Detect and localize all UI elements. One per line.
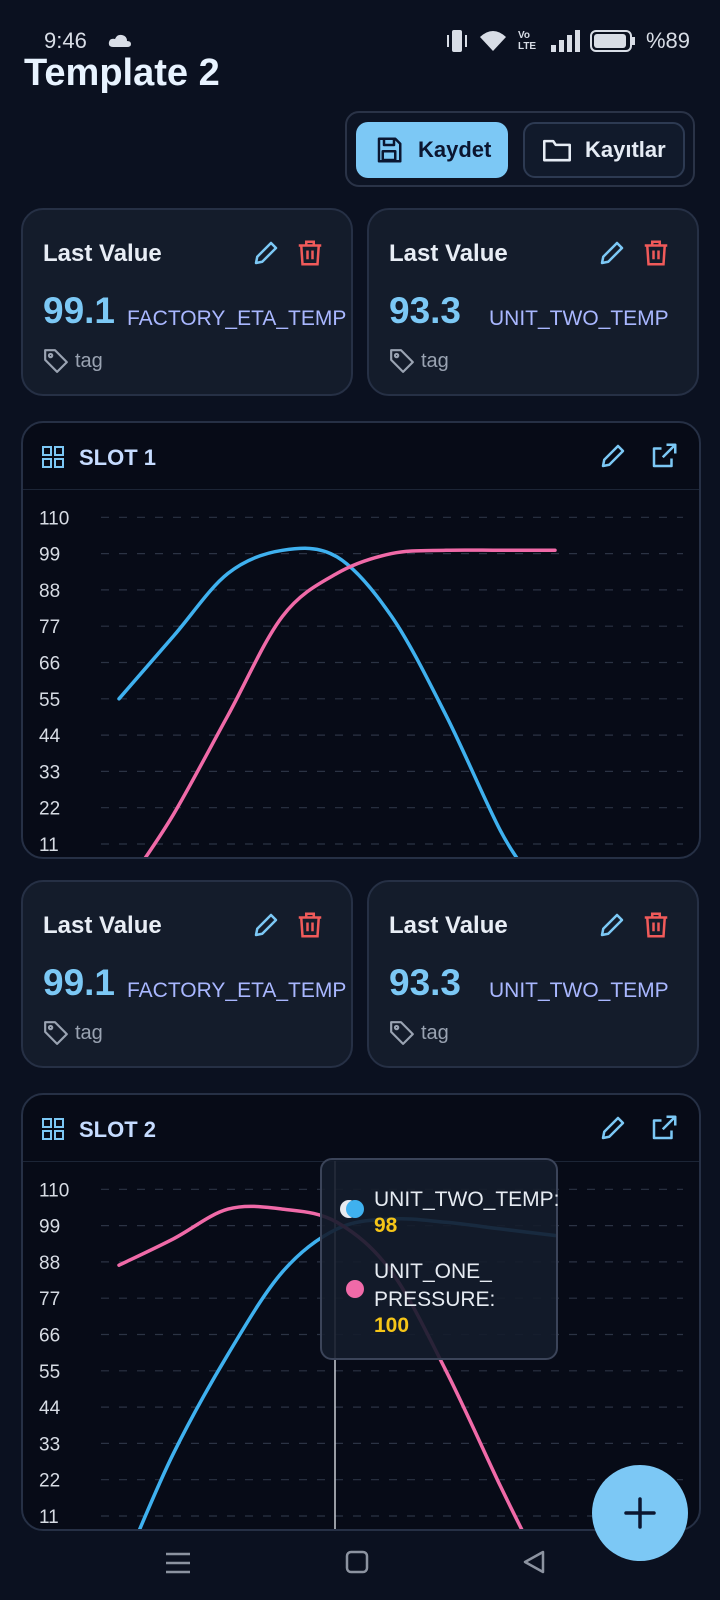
save-button-label: Kaydet [418,137,492,162]
pencil-icon[interactable] [597,238,627,268]
slot-title: SLOT 1 [79,445,157,470]
y-tick-label: 33 [39,1434,60,1455]
pencil-icon[interactable] [598,441,628,471]
battery-percent: %89 [645,28,690,53]
card-title: Last Value [389,912,508,939]
slot-header: SLOT 2 [23,1095,699,1162]
tooltip-series-label: UNIT_TWO_TEMP: [374,1188,560,1211]
y-tick-label: 44 [39,1398,61,1419]
status-bar: 9:46 Vo LTE %89 [0,0,720,58]
slot-title: SLOT 2 [79,1117,157,1142]
y-tick-label: 22 [39,799,60,820]
card-tag: tag [75,1022,103,1044]
card-title: Last Value [43,912,162,939]
menu-icon[interactable] [165,1550,191,1576]
y-tick-label: 77 [39,617,60,638]
y-tick-label: 11 [39,1507,59,1528]
series-dot-pink [346,1280,364,1298]
wifi-icon [479,31,506,51]
pencil-icon[interactable] [251,238,281,268]
y-tick-label: 66 [39,654,60,675]
home-icon[interactable] [345,1550,369,1574]
card-value: 99.1 [43,290,116,331]
y-tick-label: 110 [39,1180,69,1201]
card-tag: tag [421,1022,449,1044]
tooltip-series-value: 98 [374,1214,398,1237]
card-tag: tag [421,350,449,372]
slot-1-panel: SLOT 1 110 99 88 77 66 55 44 33 22 11 [21,421,701,859]
save-icon [377,137,402,163]
card-title: Last Value [389,240,508,267]
chart-tooltip: UNIT_TWO_TEMP: 98 UNIT_ONE_ PRESSURE: 10… [320,1158,560,1360]
y-tick-label: 44 [39,726,61,747]
cloud-icon [108,34,131,47]
line-chart[interactable]: 110 99 88 77 66 55 44 33 22 11 [23,489,699,859]
card-tag: tag [75,350,103,372]
folder-icon [543,139,571,162]
card-value: 93.3 [389,290,462,331]
tag-icon [390,349,414,373]
status-time: 9:46 [44,28,87,53]
system-nav-bar [0,1530,720,1600]
card-series-name: FACTORY_ETA_TEMP [127,979,347,1002]
card-value: 99.1 [43,962,116,1003]
y-tick-label: 99 [39,545,60,566]
vibrate-icon [446,30,467,52]
pencil-icon[interactable] [598,1113,628,1143]
y-tick-label: 99 [39,1217,60,1238]
back-icon[interactable] [522,1550,546,1574]
card-series-name: UNIT_TWO_TEMP [489,979,669,1002]
tag-icon [44,1021,68,1045]
y-tick-label: 77 [39,1289,60,1310]
y-tick-label: 88 [39,1253,60,1274]
card-title: Last Value [43,240,162,267]
last-value-card: Last Value 99.1 FACTORY_ETA_TEMP tag [21,208,353,396]
battery-icon [589,30,635,52]
last-value-card: Last Value 93.3 UNIT_TWO_TEMP tag [367,208,699,396]
slot-header: SLOT 1 [23,423,699,490]
grid-icon [42,1118,64,1140]
card-series-name: UNIT_TWO_TEMP [489,307,669,330]
card-series-name: FACTORY_ETA_TEMP [127,307,347,330]
y-tick-label: 33 [39,762,60,783]
last-value-card: Last Value 93.3 UNIT_TWO_TEMP tag [367,880,699,1068]
tag-icon [44,349,68,373]
y-tick-label: 55 [39,1362,60,1383]
y-tick-label: 11 [39,835,59,856]
toolbar: Kaydet Kayıtlar [345,111,695,187]
trash-icon[interactable] [641,238,671,268]
records-button-label: Kayıtlar [585,137,666,162]
tooltip-series-value: 100 [374,1314,410,1337]
records-button[interactable]: Kayıtlar [523,122,685,178]
trash-icon[interactable] [295,910,325,940]
last-value-card: Last Value 99.1 FACTORY_ETA_TEMP tag [21,880,353,1068]
trash-icon[interactable] [641,910,671,940]
external-link-icon[interactable] [649,1113,679,1143]
plus-icon [624,1497,656,1529]
external-link-icon[interactable] [649,441,679,471]
pencil-icon[interactable] [597,910,627,940]
tooltip-series-label: UNIT_ONE_ PRESSURE: [374,1260,496,1311]
y-tick-label: 88 [39,581,60,602]
y-tick-label: 110 [39,508,69,529]
tag-icon [390,1021,414,1045]
series-line [117,546,519,857]
y-tick-label: 66 [39,1326,60,1347]
grid-icon [42,446,64,468]
page-title: Template 2 [24,52,220,94]
card-value: 93.3 [389,962,462,1003]
pencil-icon[interactable] [251,910,281,940]
network-label: Vo LTE [517,30,537,52]
signal-icon [550,30,580,52]
series-dot-blue [346,1200,364,1218]
y-tick-label: 22 [39,1471,60,1492]
trash-icon[interactable] [295,238,325,268]
save-button[interactable]: Kaydet [356,122,508,178]
y-tick-label: 55 [39,690,60,711]
